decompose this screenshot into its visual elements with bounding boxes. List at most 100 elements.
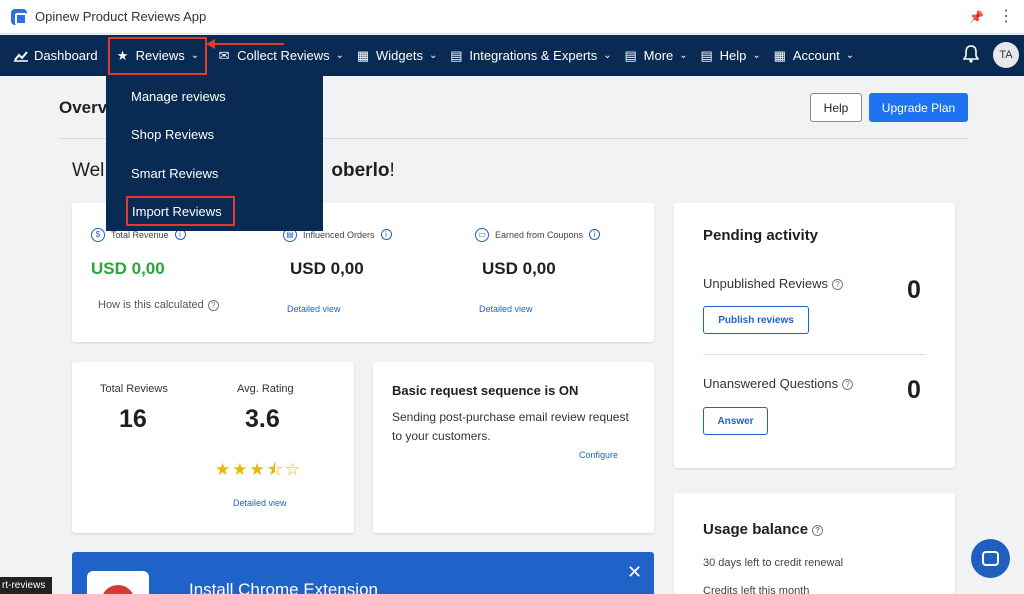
divider	[703, 354, 926, 355]
influenced-orders-metric: ▤ Influenced Orders i USD 0,00 Detailed vi…	[283, 226, 392, 314]
avg-rating-label: Avg. Rating	[237, 383, 294, 395]
usage-title: Usage balance	[703, 521, 809, 538]
nav-integrations[interactable]: ▤ Integrations & Experts ⌄	[443, 35, 617, 76]
nav-integrations-label: Integrations & Experts	[469, 48, 598, 63]
total-reviews-value: 16	[119, 405, 147, 433]
reviews-detailed-link[interactable]: Detailed view	[233, 498, 287, 508]
dollar-icon: $	[91, 227, 105, 242]
configure-link[interactable]: Configure	[579, 450, 618, 460]
menu-item-shop-reviews[interactable]: Shop Reviews	[106, 115, 323, 153]
coupon-icon: ▭	[475, 227, 489, 242]
request-sequence-card: Basic request sequence is ON Sending pos…	[373, 362, 654, 533]
nav-reviews[interactable]: ★ Reviews ⌄	[107, 36, 208, 75]
url-tooltip: rt-reviews	[0, 577, 52, 594]
chrome-icon	[87, 571, 149, 594]
total-revenue-metric: $ Total Revenue i USD 0,00 How is this cal…	[91, 226, 219, 311]
chevron-down-icon: ⌄	[845, 50, 855, 61]
chevron-down-icon: ⌄	[752, 50, 761, 61]
question-icon: ?	[812, 524, 824, 536]
page-header: Overv	[59, 98, 107, 118]
window-titlebar: Opinew Product Reviews App 📌 ⋮	[0, 0, 1024, 34]
unpublished-row: Unpublished Reviews?	[703, 276, 844, 291]
nav-account[interactable]: ▦ Account ⌄	[767, 35, 860, 76]
help-button[interactable]: Help	[810, 93, 862, 122]
upgrade-plan-button[interactable]: Upgrade Plan	[869, 93, 968, 122]
nav-account-label: Account	[792, 48, 840, 63]
reviews-summary-card: Total Reviews 16 Avg. Rating 3.6 Detaile…	[72, 362, 354, 533]
pin-icon[interactable]: 📌	[969, 10, 984, 24]
box-icon: ▤	[700, 47, 713, 63]
bell-icon[interactable]	[962, 45, 980, 68]
box-icon: ▤	[624, 47, 637, 63]
nav-help[interactable]: ▤ Help ⌄	[694, 35, 767, 76]
chevron-down-icon: ⌄	[603, 50, 612, 61]
menu-item-manage-reviews[interactable]: Manage reviews	[106, 77, 323, 115]
influenced-detailed-link[interactable]: Detailed view	[287, 304, 392, 314]
close-icon[interactable]: ✕	[627, 562, 642, 583]
influenced-orders-value: USD 0,00	[290, 259, 364, 278]
publish-reviews-button[interactable]: Publish reviews	[703, 306, 809, 334]
coupons-metric: ▭ Earned from Coupons i USD 0,00 Detailed …	[475, 226, 601, 314]
menu-item-smart-reviews[interactable]: Smart Reviews	[106, 154, 323, 192]
nav-more[interactable]: ▤ More ⌄	[618, 35, 694, 76]
chat-icon	[982, 551, 999, 566]
info-icon[interactable]: i	[589, 229, 601, 241]
chrome-extension-banner: Install Chrome Extension ✕	[72, 552, 654, 594]
pending-title: Pending activity	[703, 227, 819, 244]
nav-dashboard[interactable]: Dashboard	[8, 35, 104, 76]
coupons-detailed-link[interactable]: Detailed view	[479, 304, 600, 314]
sequence-title: Basic request sequence is ON	[392, 383, 579, 398]
info-icon[interactable]: i	[380, 229, 392, 241]
answer-button[interactable]: Answer	[703, 407, 768, 435]
question-icon: ?	[832, 279, 844, 291]
unanswered-value: 0	[907, 376, 921, 404]
unpublished-value: 0	[907, 276, 921, 304]
welcome-prefix: Wel	[72, 160, 105, 181]
box-icon: ▤	[450, 47, 463, 63]
nav-more-label: More	[643, 48, 674, 63]
rating-stars: ★★★⯪☆	[215, 460, 303, 479]
chevron-down-icon: ⌄	[335, 50, 344, 61]
envelope-icon: ✉	[218, 47, 230, 63]
usage-credits: Credits left this month	[703, 585, 810, 594]
star-icon: ★	[116, 47, 129, 63]
usage-balance-card: Usage balance? 30 days left to credit re…	[674, 493, 955, 594]
unpublished-label: Unpublished Reviews	[703, 276, 829, 291]
chrome-banner-text: Install Chrome Extension	[189, 580, 378, 594]
coupons-label: Earned from Coupons	[495, 229, 584, 240]
chart-icon	[14, 49, 28, 63]
chevron-down-icon: ⌄	[190, 50, 200, 61]
nav-collect-reviews[interactable]: ✉ Collect Reviews ⌄	[211, 35, 350, 76]
reviews-dropdown-menu: Manage reviews Shop Reviews Smart Review…	[106, 76, 323, 231]
welcome-store-name: oberlo	[331, 160, 390, 181]
usage-renewal: 30 days left to credit renewal	[703, 557, 844, 569]
chat-button[interactable]	[971, 539, 1010, 578]
total-reviews-label: Total Reviews	[100, 383, 168, 395]
nav-widgets-label: Widgets	[376, 48, 423, 63]
pending-activity-card: Pending activity Unpublished Reviews? 0 …	[674, 203, 955, 468]
app-logo-icon	[11, 8, 27, 25]
chevron-down-icon: ⌄	[679, 50, 688, 61]
how-calculated-link[interactable]: How is this calculated?	[98, 299, 219, 311]
nav-collect-reviews-label: Collect Reviews	[237, 48, 330, 63]
nav-widgets[interactable]: ▦ Widgets ⌄	[350, 35, 443, 76]
question-icon: ?	[842, 379, 854, 391]
annotation-arrow	[206, 39, 284, 49]
nav-dashboard-label: Dashboard	[34, 48, 98, 63]
nav-help-label: Help	[719, 48, 747, 63]
influenced-orders-label: Influenced Orders	[303, 229, 375, 240]
grid-icon: ▦	[773, 47, 786, 63]
usage-title-row: Usage balance?	[703, 521, 824, 538]
more-options-icon[interactable]: ⋮	[998, 6, 1014, 26]
chevron-down-icon: ⌄	[428, 50, 438, 61]
question-icon: ?	[207, 299, 219, 311]
page-title: Overv	[59, 98, 108, 117]
menu-item-import-reviews[interactable]: Import Reviews	[126, 196, 235, 226]
total-revenue-label: Total Revenue	[111, 229, 169, 240]
sequence-text: Sending post-purchase email review reque…	[392, 410, 629, 443]
avg-rating-value: 3.6	[245, 405, 280, 433]
how-calculated-label: How is this calculated	[98, 299, 204, 311]
window-title: Opinew Product Reviews App	[35, 9, 207, 24]
avatar[interactable]: TA	[993, 42, 1019, 68]
welcome-end: !	[389, 160, 395, 181]
